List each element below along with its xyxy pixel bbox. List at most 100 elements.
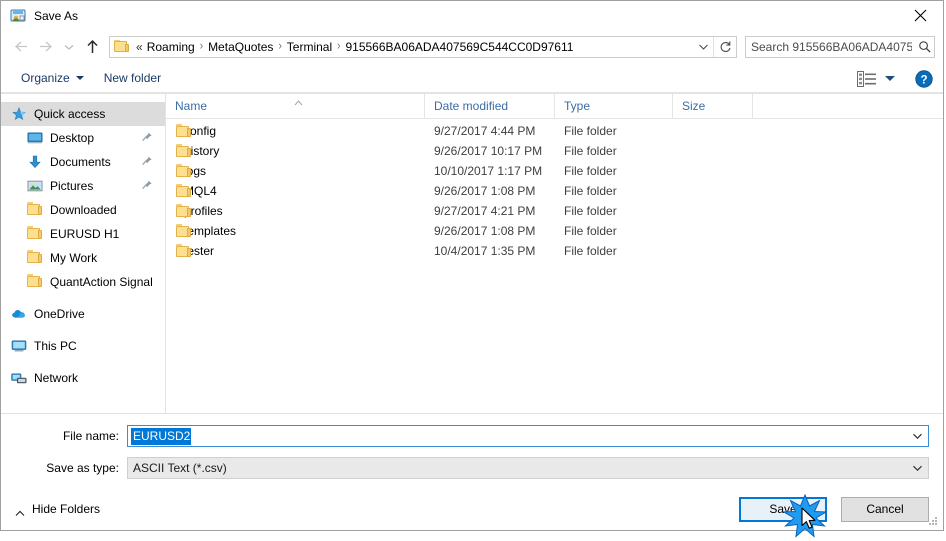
table-row[interactable]: tester 10/4/2017 1:35 PM File folder <box>166 241 943 261</box>
table-row[interactable]: logs 10/10/2017 1:17 PM File folder <box>166 161 943 181</box>
resize-grip-icon[interactable] <box>927 515 939 527</box>
title-bar: Save As <box>1 1 943 30</box>
breadcrumb: « Roaming › MetaQuotes › Terminal › 9155… <box>134 39 694 55</box>
sidebar-item-my-work[interactable]: My Work <box>1 246 165 270</box>
cell-name: templates <box>166 221 425 241</box>
help-icon[interactable]: ? <box>915 69 933 88</box>
save-as-dialog: Save As « Roaming › MetaQuotes › Termina… <box>0 0 944 538</box>
column-header-name[interactable]: Name <box>166 94 425 118</box>
sidebar-label: Quick access <box>34 107 106 121</box>
sidebar-item-quantaction-signal[interactable]: QuantAction Signal <box>1 270 165 294</box>
cell-date-modified: 9/26/2017 1:08 PM <box>434 184 536 198</box>
dialog-body: Quick access Desktop Documents Pictures … <box>1 94 943 413</box>
sidebar-item-documents[interactable]: Documents <box>1 150 165 174</box>
save-form: File name: EURUSD2 Save as type: ASCII T… <box>1 413 943 488</box>
savetype-row: Save as type: ASCII Text (*.csv) <box>1 456 943 480</box>
sidebar-label: QuantAction Signal <box>50 275 153 289</box>
cell-name: logs <box>166 161 425 181</box>
pin-icon[interactable] <box>141 155 153 169</box>
quick-access-star-icon <box>11 106 27 122</box>
sidebar-item-onedrive[interactable]: OneDrive <box>1 302 165 326</box>
navigation-bar: « Roaming › MetaQuotes › Terminal › 9155… <box>1 30 943 63</box>
table-row[interactable]: MQL4 9/26/2017 1:08 PM File folder <box>166 181 943 201</box>
refresh-icon[interactable] <box>713 36 736 57</box>
filename-row: File name: EURUSD2 <box>1 424 943 448</box>
toolbar-right-group: ? <box>857 63 933 94</box>
breadcrumb-separator-icon[interactable]: › <box>198 40 205 53</box>
column-headers: Name Date modified Type Size <box>166 94 943 119</box>
pin-icon[interactable] <box>141 179 153 193</box>
breadcrumb-separator-icon[interactable]: › <box>335 40 342 53</box>
recent-locations-chevron-down-icon[interactable] <box>59 34 79 60</box>
column-header-type[interactable]: Type <box>555 94 673 118</box>
sidebar-item-desktop[interactable]: Desktop <box>1 126 165 150</box>
navigation-pane: Quick access Desktop Documents Pictures … <box>1 94 166 413</box>
breadcrumb-item-terminal[interactable]: Terminal <box>284 39 335 55</box>
filename-chevron-down-icon[interactable] <box>906 432 928 440</box>
column-header-label: Date modified <box>434 99 509 113</box>
sidebar-label: OneDrive <box>34 307 85 321</box>
breadcrumb-item-roaming[interactable]: Roaming <box>144 39 198 55</box>
cell-date-modified: 10/4/2017 1:35 PM <box>434 244 536 258</box>
table-row[interactable]: config 9/27/2017 4:44 PM File folder <box>166 121 943 141</box>
table-row[interactable]: templates 9/26/2017 1:08 PM File folder <box>166 221 943 241</box>
breadcrumb-overflow[interactable]: « <box>134 40 144 54</box>
sidebar-label: My Work <box>50 251 98 265</box>
cell-size <box>673 201 753 221</box>
view-mode-icon[interactable] <box>857 70 877 87</box>
folder-icon <box>176 124 191 138</box>
savetype-select[interactable]: ASCII Text (*.csv) <box>127 457 929 479</box>
cell-size <box>673 181 753 201</box>
forward-button[interactable] <box>33 34 59 60</box>
sidebar-label: EURUSD H1 <box>50 227 120 241</box>
save-button[interactable]: Save <box>739 496 827 522</box>
this-pc-monitor-icon <box>11 338 27 354</box>
breadcrumb-item-metaquotes[interactable]: MetaQuotes <box>205 39 276 55</box>
new-folder-label: New folder <box>103 71 162 85</box>
folder-icon <box>27 274 43 290</box>
close-button[interactable] <box>897 1 943 30</box>
cell-name: tester <box>166 241 425 261</box>
sidebar-item-downloaded[interactable]: Downloaded <box>1 198 165 222</box>
folder-icon <box>176 184 191 198</box>
back-button[interactable] <box>7 34 33 60</box>
address-bar[interactable]: « Roaming › MetaQuotes › Terminal › 9155… <box>109 35 737 58</box>
breadcrumb-item-guid[interactable]: 915566BA06ADA407569C544CC0D97611 <box>342 39 576 55</box>
up-button[interactable] <box>79 34 105 60</box>
table-row[interactable]: profiles 9/27/2017 4:21 PM File folder <box>166 201 943 221</box>
cancel-button[interactable]: Cancel <box>841 496 929 522</box>
cell-date-modified: 9/26/2017 1:08 PM <box>434 224 536 238</box>
table-row[interactable]: history 9/26/2017 10:17 PM File folder <box>166 141 943 161</box>
cell-type: File folder <box>564 124 617 138</box>
address-dropdown-chevron-down-icon[interactable] <box>694 37 713 57</box>
organize-button[interactable]: Organize <box>15 68 90 88</box>
hide-folders-button[interactable]: Hide Folders <box>11 502 100 516</box>
sidebar-item-this-pc[interactable]: This PC <box>1 334 165 358</box>
breadcrumb-separator-icon[interactable]: › <box>276 40 283 53</box>
new-folder-button[interactable]: New folder <box>98 68 167 88</box>
filename-label: File name: <box>62 429 119 443</box>
filename-value[interactable]: EURUSD2 <box>131 427 192 445</box>
sidebar-item-pictures[interactable]: Pictures <box>1 174 165 198</box>
filename-field[interactable]: EURUSD2 <box>127 425 929 447</box>
sidebar-item-quick-access[interactable]: Quick access <box>1 102 165 126</box>
column-header-label: Size <box>682 99 706 113</box>
command-toolbar: Organize New folder ? <box>1 63 943 94</box>
sidebar-item-network[interactable]: Network <box>1 366 165 390</box>
savetype-chevron-down-icon[interactable] <box>906 464 928 472</box>
address-folder-icon <box>114 39 130 54</box>
cell-size <box>673 161 753 181</box>
save-as-icon <box>10 8 26 24</box>
pin-icon[interactable] <box>141 131 153 145</box>
column-header-date-modified[interactable]: Date modified <box>425 94 555 118</box>
cell-type: File folder <box>564 164 617 178</box>
sidebar-label: This PC <box>34 339 77 353</box>
folder-icon <box>27 250 43 266</box>
sidebar-label: Network <box>34 371 79 385</box>
sidebar-item-eurusd-h1[interactable]: EURUSD H1 <box>1 222 165 246</box>
search-input[interactable] <box>746 38 914 55</box>
search-box[interactable] <box>745 35 935 58</box>
view-mode-chevron-down-icon[interactable] <box>885 76 895 81</box>
column-header-size[interactable]: Size <box>673 94 753 118</box>
